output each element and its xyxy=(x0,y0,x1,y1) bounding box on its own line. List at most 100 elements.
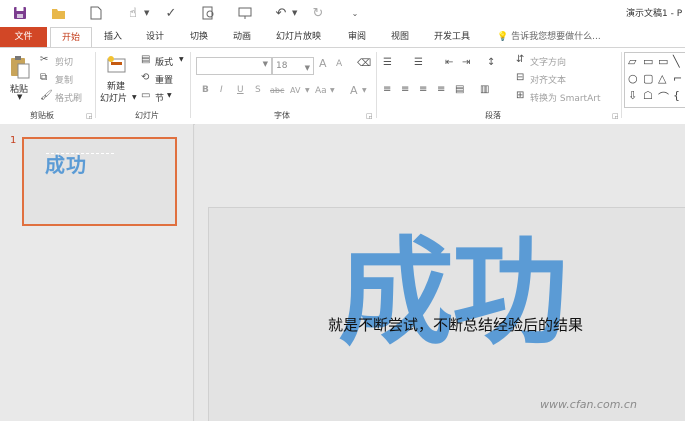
section-dropdown-icon[interactable]: ▼ xyxy=(167,92,172,99)
format-painter-icon[interactable]: 🖌 xyxy=(40,90,53,101)
save-icon[interactable] xyxy=(12,5,28,21)
new-slide-label-2[interactable]: 幻灯片 xyxy=(100,91,127,104)
format-painter-button[interactable]: 格式刷 xyxy=(55,91,82,104)
font-color-button[interactable]: A xyxy=(350,84,358,97)
underline-button[interactable]: U xyxy=(237,85,244,95)
shadow-button[interactable]: S xyxy=(255,85,261,95)
slide-subtitle[interactable]: 就是不断尝试，不断总结经验后的结果 xyxy=(328,314,583,335)
section-button[interactable]: 节 xyxy=(155,91,164,104)
char-spacing-button[interactable]: AV xyxy=(290,86,300,95)
font-size-combobox[interactable]: 18 ▼ xyxy=(272,57,314,75)
increase-indent-icon[interactable]: ⇥ xyxy=(462,57,470,68)
font-name-dropdown-icon[interactable]: ▼ xyxy=(263,60,268,68)
touch-mode-dropdown-icon[interactable]: ▼ xyxy=(144,9,149,17)
clipboard-group-label: 剪贴板 xyxy=(30,111,54,120)
paragraph-launcher-icon[interactable]: ◲ xyxy=(612,112,619,120)
new-slide-icon[interactable] xyxy=(106,54,128,79)
decrease-indent-icon[interactable]: ⇤ xyxy=(445,57,453,68)
paste-icon[interactable] xyxy=(9,55,31,84)
undo-dropdown-icon[interactable]: ▼ xyxy=(292,9,297,17)
tab-home[interactable]: 开始 xyxy=(50,27,92,47)
shrink-font-button[interactable]: A xyxy=(336,59,342,69)
line-shape-icon[interactable]: ╲ xyxy=(673,55,680,68)
copy-icon[interactable]: ⧉ xyxy=(40,72,47,83)
line-spacing-icon[interactable]: ↕ xyxy=(487,57,495,68)
vertical-textbox-shape-icon[interactable]: ▭ xyxy=(658,55,668,68)
undo-icon[interactable]: ↶ xyxy=(273,5,289,21)
char-spacing-dropdown-icon[interactable]: ▼ xyxy=(305,87,310,94)
ribbon: 粘贴 ▼ ✂ 剪切 ⧉ 复制 🖌 格式刷 剪贴板 ◲ 新建 幻灯片 ▼ ▤ 版式… xyxy=(0,47,685,125)
section-icon[interactable]: ▭ xyxy=(141,90,150,101)
numbering-icon[interactable]: ☰ xyxy=(414,57,423,68)
change-case-button[interactable]: Aa xyxy=(315,86,327,96)
new-file-icon[interactable] xyxy=(88,5,104,21)
lightbulb-icon: 💡 xyxy=(497,32,509,42)
text-direction-icon[interactable]: ⇵ xyxy=(516,54,524,65)
layout-icon[interactable]: ▤ xyxy=(141,54,150,65)
clear-formatting-icon[interactable]: ⌫ xyxy=(357,58,371,69)
tab-design[interactable]: 设计 xyxy=(146,27,164,47)
down-arrow-shape-icon[interactable]: ⇩ xyxy=(628,89,637,102)
align-left-icon[interactable]: ≡ xyxy=(383,84,391,95)
clipboard-launcher-icon[interactable]: ◲ xyxy=(86,112,93,120)
italic-button[interactable]: I xyxy=(220,85,223,95)
tab-review[interactable]: 审阅 xyxy=(348,27,366,47)
reset-button[interactable]: 重置 xyxy=(155,73,173,86)
group-divider xyxy=(95,52,96,118)
oval-shape-icon[interactable]: ○ xyxy=(628,72,638,85)
font-launcher-icon[interactable]: ◲ xyxy=(366,112,373,120)
align-text-icon[interactable]: ⊟ xyxy=(516,72,524,83)
spelling-icon[interactable]: ✓ xyxy=(163,5,179,21)
print-preview-icon[interactable] xyxy=(200,5,216,21)
font-name-combobox[interactable]: ▼ xyxy=(196,57,272,75)
tab-developer[interactable]: 开发工具 xyxy=(434,27,470,47)
smartart-icon[interactable]: ⊞ xyxy=(516,90,524,101)
arrow-line-shape-icon[interactable]: ⌐ xyxy=(673,72,682,85)
grow-font-button[interactable]: A xyxy=(319,57,327,70)
textbox-shape-icon[interactable]: ▭ xyxy=(643,55,653,68)
tab-animations[interactable]: 动画 xyxy=(233,27,251,47)
columns-icon[interactable]: ▥ xyxy=(480,84,489,95)
presentation-icon[interactable] xyxy=(237,5,253,21)
rounded-rect-shape-icon[interactable]: ▢ xyxy=(643,72,653,85)
cut-button[interactable]: 剪切 xyxy=(55,55,73,68)
copy-button[interactable]: 复制 xyxy=(55,73,73,86)
open-folder-icon[interactable] xyxy=(50,5,66,21)
new-slide-dropdown-icon[interactable]: ▼ xyxy=(132,94,137,101)
layout-dropdown-icon[interactable]: ▼ xyxy=(179,56,184,63)
tab-view[interactable]: 视图 xyxy=(391,27,409,47)
tab-file[interactable]: 文件 xyxy=(0,27,47,47)
triangle-shape-icon[interactable]: △ xyxy=(658,72,666,85)
customize-toolbar-icon[interactable]: ⌄ xyxy=(347,5,363,21)
group-divider xyxy=(621,52,622,118)
bold-button[interactable]: B xyxy=(202,85,209,95)
redo-icon[interactable]: ↻ xyxy=(310,5,326,21)
paste-dropdown-icon[interactable]: ▼ xyxy=(17,93,22,101)
brace-shape-icon[interactable]: { xyxy=(673,89,680,102)
change-case-dropdown-icon[interactable]: ▼ xyxy=(330,87,335,94)
tab-insert[interactable]: 插入 xyxy=(104,27,122,47)
chevron-shape-icon[interactable]: ⌒ xyxy=(658,89,669,105)
freeform-shape-icon[interactable]: ☖ xyxy=(643,89,653,102)
tab-transitions[interactable]: 切换 xyxy=(190,27,208,47)
reset-icon[interactable]: ⟲ xyxy=(141,72,149,83)
align-right-icon[interactable]: ≡ xyxy=(419,84,427,95)
font-size-dropdown-icon[interactable]: ▼ xyxy=(305,60,310,76)
align-text-button[interactable]: 对齐文本 xyxy=(530,73,566,86)
layout-button[interactable]: 版式 xyxy=(155,55,173,68)
bullets-icon[interactable]: ☰ xyxy=(383,57,392,68)
tell-me-search[interactable]: 💡 告诉我您想要做什么... xyxy=(497,27,601,47)
strikethrough-button[interactable]: abc xyxy=(270,86,284,95)
shapes-gallery[interactable]: ▱ ▭ ▭ ╲ ○ ▢ △ ⌐ ⇩ ☖ ⌒ { xyxy=(624,52,685,108)
parallelogram-shape-icon[interactable]: ▱ xyxy=(628,55,636,68)
cut-icon[interactable]: ✂ xyxy=(40,54,48,65)
convert-smartart-button[interactable]: 转换为 SmartArt xyxy=(530,91,600,104)
align-center-icon[interactable]: ≡ xyxy=(401,84,409,95)
watermark: www.cfan.com.cn xyxy=(540,398,637,411)
distributed-icon[interactable]: ▤ xyxy=(455,84,464,95)
text-direction-button[interactable]: 文字方向 xyxy=(530,55,566,68)
touch-mode-icon[interactable]: ☝ xyxy=(125,5,141,21)
font-color-dropdown-icon[interactable]: ▼ xyxy=(362,87,367,94)
justify-icon[interactable]: ≡ xyxy=(437,84,445,95)
tab-slideshow[interactable]: 幻灯片放映 xyxy=(276,27,321,47)
